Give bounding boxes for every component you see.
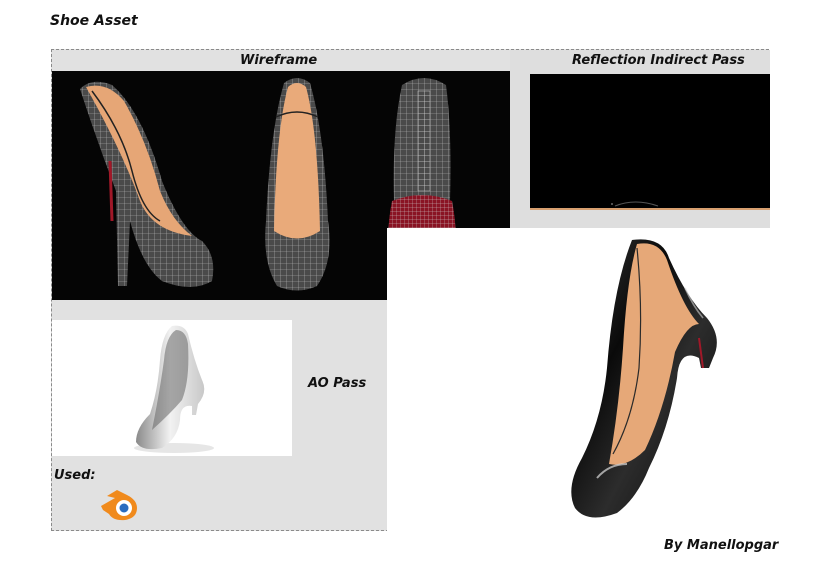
asset-sheet-frame: Wireframe Reflection Indirect Pass AO Pa…	[51, 49, 770, 532]
wireframe-front-view	[265, 78, 330, 291]
author-credit: By Manellopgar	[664, 538, 779, 553]
wireframe-side-view	[80, 81, 214, 287]
reflection-indirect-panel	[530, 74, 770, 210]
ao-pass-panel	[52, 320, 292, 456]
final-render-panel	[387, 228, 770, 532]
wireframe-title: Wireframe	[240, 53, 318, 68]
ao-pass-title: AO Pass	[308, 376, 367, 391]
used-label: Used:	[54, 468, 96, 483]
page-title: Shoe Asset	[50, 13, 138, 29]
reflection-indirect-title: Reflection Indirect Pass	[572, 53, 745, 68]
blender-logo-icon	[97, 486, 143, 522]
